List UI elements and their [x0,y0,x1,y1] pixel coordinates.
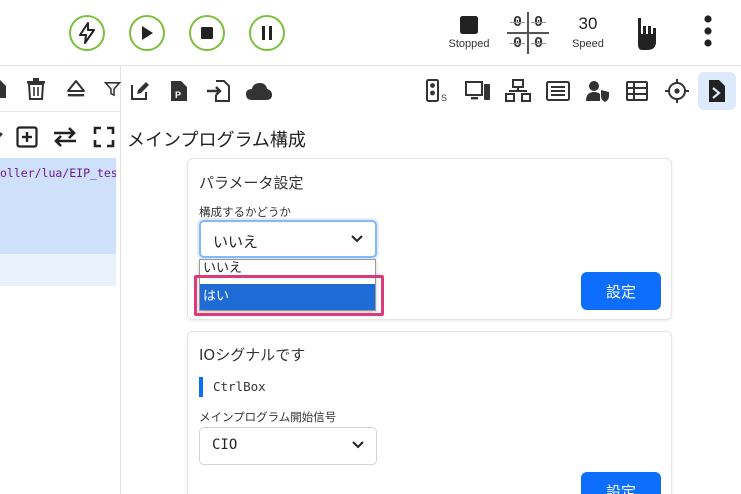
selected-file-row[interactable]: oller/lua/EIP_tes [0,158,116,254]
card-title: IOシグナルです [199,346,306,364]
counter-digit: 0 [528,33,549,54]
svg-text:P: P [175,90,181,100]
crosshair-icon[interactable] [662,76,692,106]
speed-label: Speed [572,38,604,50]
edit-icon[interactable] [0,126,4,148]
trash-icon[interactable] [25,77,47,101]
param-set-button[interactable]: 設定 [581,272,661,310]
memory-icon[interactable] [543,76,573,106]
counter-divider [527,12,529,54]
main-toolbar: P S [121,66,741,114]
select-dropdown-list: いいえ はい [199,259,376,311]
document-active-icon[interactable] [698,72,736,110]
select-option[interactable]: いいえ [200,260,375,282]
lightning-icon [79,22,95,44]
chevron-down-icon [352,441,364,449]
hand-guide-button[interactable] [633,14,663,54]
editor-toolbar [0,120,121,156]
control-bar: Stopped 0 0 0 0 30 Speed [0,0,741,66]
eject-icon[interactable] [65,78,87,100]
pause-button[interactable] [249,15,285,51]
counter-digit: 0 [507,33,528,54]
parameter-settings-card: パラメータ設定 構成するかどうか いいえ いいえ はい 設定 [187,158,672,320]
file-path: oller/lua/EIP_tes [0,166,116,180]
app-root: Stopped 0 0 0 0 30 Speed oller/lua/EIP_t… [0,0,741,494]
cloud-icon[interactable] [244,76,274,106]
signal-name: CtrlBox [213,379,266,394]
network-icon[interactable] [503,76,533,106]
select-value: いいえ [213,233,259,251]
add-box-icon[interactable] [16,126,38,148]
io-status-icon[interactable]: S [423,76,453,106]
start-signal-select[interactable]: CIO [199,427,377,465]
svg-text:S: S [441,93,447,103]
edit-icon[interactable] [125,76,155,106]
status-indicator: Stopped [446,14,492,50]
import-icon[interactable] [203,76,233,106]
pause-icon [262,26,272,40]
hand-icon [638,18,656,50]
devices-icon[interactable] [463,76,493,106]
stop-icon [201,27,213,39]
configure-select[interactable]: いいえ [199,220,377,258]
main-content: メインプログラム構成 パラメータ設定 構成するかどうか いいえ いいえ はい 設… [121,114,741,494]
file-p-icon[interactable]: P [164,76,194,106]
field-label: 構成するかどうか [199,205,291,219]
counter-digit: 0 [528,12,549,33]
field-label: メインプログラム開始信号 [199,410,337,424]
swap-icon[interactable] [52,126,78,148]
play-button[interactable] [129,15,165,51]
more-menu-button[interactable] [698,14,718,50]
select-value: CIO [212,437,238,453]
page-title: メインプログラム構成 [127,130,306,151]
counter-digit: 0 [507,12,528,33]
card-title: パラメータ設定 [199,174,304,192]
file-toolbar [0,66,121,112]
io-set-button[interactable]: 設定 [581,472,661,494]
user-shield-icon[interactable] [583,76,613,106]
power-button[interactable] [69,15,105,51]
more-vertical-icon [704,15,712,47]
stop-square-icon [460,16,478,34]
status-label: Stopped [448,38,490,50]
cycle-counter: 0 0 0 0 [507,12,549,54]
file-explorer-panel: oller/lua/EIP_tes [0,66,121,494]
io-signal-card: IOシグナルです CtrlBox メインプログラム開始信号 CIO 設定 [187,331,672,494]
file-icon[interactable] [0,78,8,100]
chevron-down-icon [351,235,363,243]
stop-button[interactable] [189,15,225,51]
speed-indicator[interactable]: 30 Speed [566,14,610,50]
play-icon [142,26,153,40]
filter-icon[interactable] [104,78,121,100]
select-option-highlighted[interactable]: はい [200,284,375,310]
file-list-row[interactable] [0,254,116,286]
fullscreen-icon[interactable] [92,126,116,148]
speed-value: 30 [578,14,598,33]
signal-marker [199,377,203,397]
table-icon[interactable] [622,76,652,106]
